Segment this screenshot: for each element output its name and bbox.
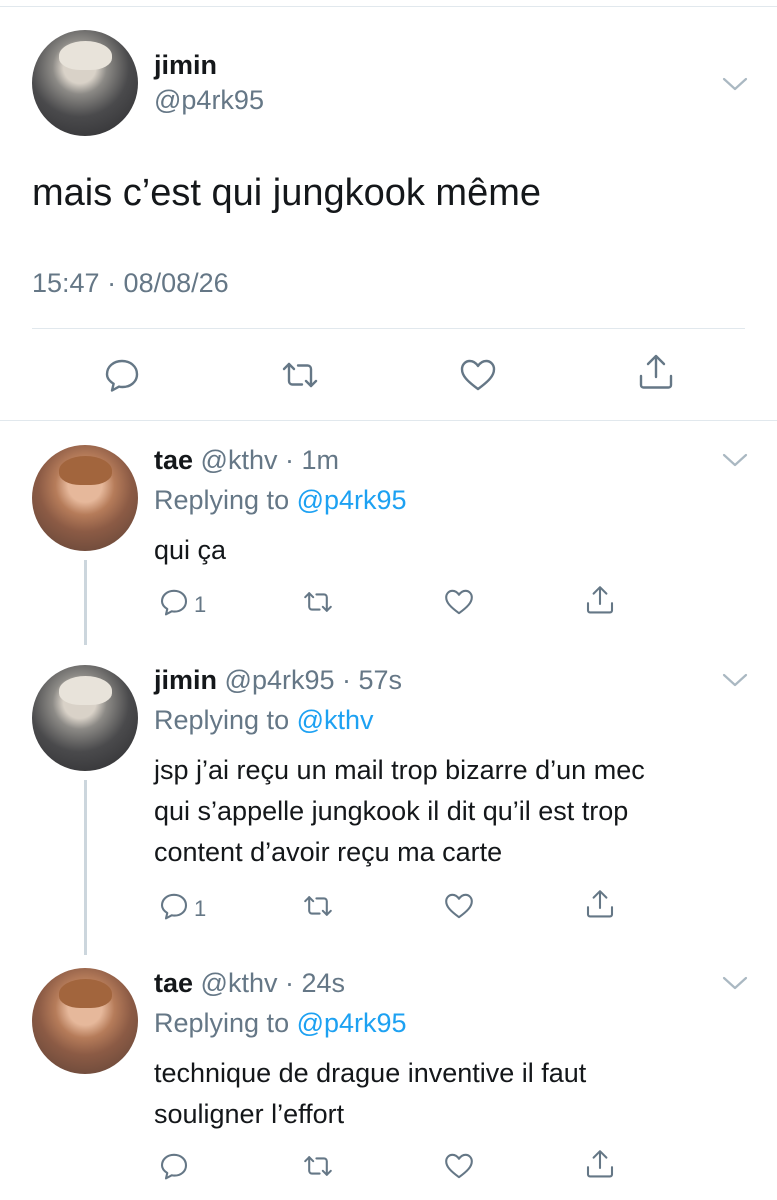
chevron-down-icon[interactable] [722, 975, 748, 991]
reply-icon[interactable] [158, 586, 190, 618]
like-icon[interactable] [443, 890, 475, 922]
section-divider [0, 420, 777, 421]
reply-time: · 57s [342, 665, 403, 695]
share-icon[interactable] [636, 352, 676, 392]
thread-line [84, 560, 87, 645]
tweet-timestamp: 15:47 · 08/08/26 [32, 268, 229, 298]
chevron-down-icon[interactable] [722, 452, 748, 468]
tweet-text: mais c’est qui jungkook même [32, 172, 541, 214]
reply-text: qui ça [154, 535, 227, 565]
author-handle[interactable]: @kthv [201, 968, 278, 998]
reply-header: tae @kthv · 1m [154, 445, 339, 476]
reply-count: 1 [194, 896, 207, 921]
replying-to-link[interactable]: @kthv [297, 705, 374, 735]
author-handle[interactable]: @kthv [201, 445, 278, 475]
reply-text: jsp j’ai reçu un mail trop bizarre d’un … [154, 750, 754, 873]
retweet-icon[interactable] [280, 355, 320, 395]
share-icon[interactable] [584, 1148, 616, 1180]
author-handle[interactable]: @p4rk95 [225, 665, 335, 695]
like-icon[interactable] [458, 355, 498, 395]
reply-text-line: jsp j’ai reçu un mail trop bizarre d’un … [154, 755, 645, 785]
like-icon[interactable] [443, 1150, 475, 1182]
share-icon[interactable] [584, 584, 616, 616]
reply-header: tae @kthv · 24s [154, 968, 345, 999]
reply-icon[interactable] [158, 1150, 190, 1182]
chevron-down-icon[interactable] [722, 76, 748, 92]
reply-time: · 24s [285, 968, 346, 998]
reply-icon[interactable] [158, 890, 190, 922]
author-name[interactable]: tae [154, 445, 193, 475]
divider [32, 328, 745, 329]
author-name[interactable]: jimin [154, 665, 217, 695]
like-icon[interactable] [443, 586, 475, 618]
replying-to: Replying to @kthv [154, 705, 374, 735]
author-name[interactable]: tae [154, 968, 193, 998]
author-name[interactable]: jimin [154, 50, 217, 81]
avatar[interactable] [32, 445, 138, 551]
replying-to: Replying to @p4rk95 [154, 485, 407, 515]
reply-text: technique de drague inventive il faut so… [154, 1053, 754, 1135]
retweet-icon[interactable] [302, 890, 334, 922]
replying-to-link[interactable]: @p4rk95 [297, 485, 407, 515]
share-icon[interactable] [584, 888, 616, 920]
author-handle[interactable]: @p4rk95 [154, 85, 264, 116]
thread-line [84, 780, 87, 955]
avatar[interactable] [32, 30, 138, 136]
reply-text-line: technique de drague inventive il faut [154, 1058, 587, 1088]
avatar[interactable] [32, 665, 138, 771]
chevron-down-icon[interactable] [722, 672, 748, 688]
reply-time: · 1m [285, 445, 339, 475]
replying-to-link[interactable]: @p4rk95 [297, 1008, 407, 1038]
reply-header: jimin @p4rk95 · 57s [154, 665, 402, 696]
reply-count: 1 [194, 592, 207, 617]
retweet-icon[interactable] [302, 1150, 334, 1182]
main-tweet: jimin @p4rk95 mais c’est qui jungkook mê… [0, 0, 777, 420]
avatar[interactable] [32, 968, 138, 1074]
reply-text-line: content d’avoir reçu ma carte [154, 837, 503, 867]
replying-to: Replying to @p4rk95 [154, 1008, 407, 1038]
retweet-icon[interactable] [302, 586, 334, 618]
reply-text-line: qui s’appelle jungkook il dit qu’il est … [154, 796, 629, 826]
reply-icon[interactable] [102, 355, 142, 395]
reply-text-line: souligner l’effort [154, 1099, 345, 1129]
